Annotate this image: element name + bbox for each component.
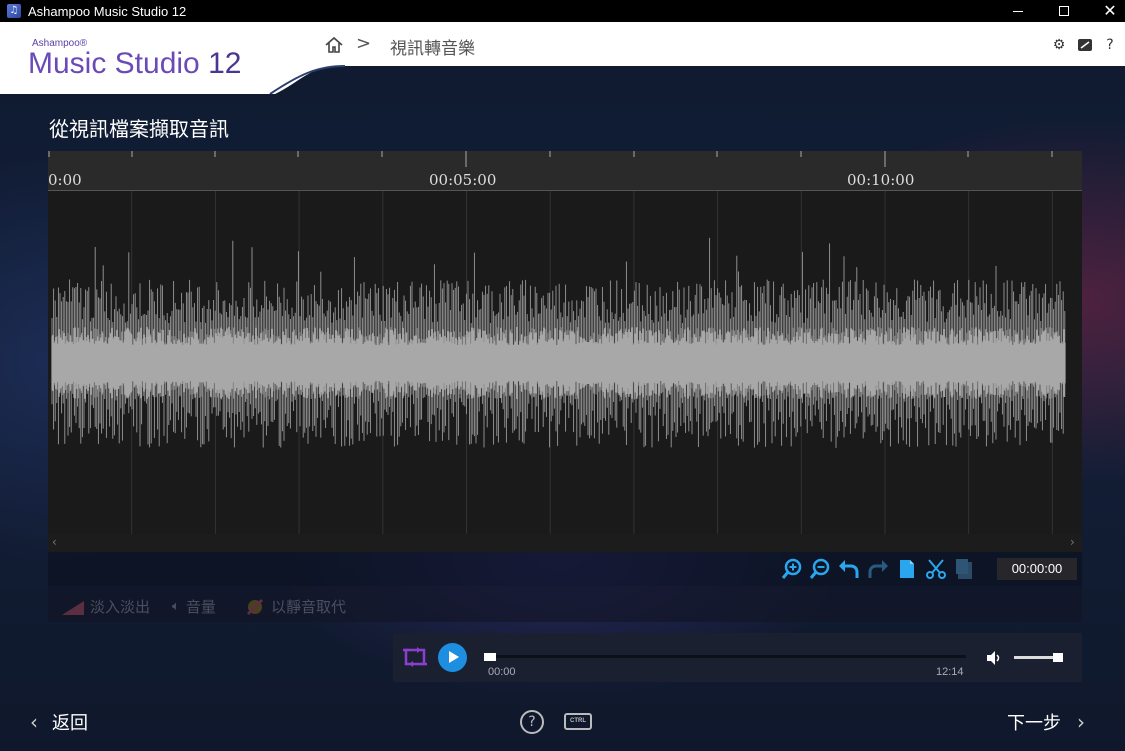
volume-effect-label: 音量 — [185, 598, 216, 616]
paste-icon[interactable] — [953, 557, 977, 581]
back-label: 返回 — [52, 713, 88, 734]
breadcrumb-page: 視訊轉音樂 — [390, 39, 475, 59]
ruler-label: 00:05:00 — [429, 171, 497, 189]
next-button[interactable]: 下一步 › — [1007, 709, 1085, 735]
volume-effect-button[interactable]: 🔈︎ 音量 — [172, 596, 216, 617]
timeline-ruler[interactable]: 0:00 00:05:00 00:10:00 — [48, 151, 1082, 191]
brand-version: 12 — [208, 47, 242, 80]
brand-name: Music Studio — [28, 47, 209, 80]
ruler-label: 00:10:00 — [847, 171, 915, 189]
app-icon: ♫ — [7, 4, 21, 18]
window-title: Ashampoo Music Studio 12 — [28, 3, 187, 19]
help-button[interactable]: ? — [520, 710, 544, 734]
cut-icon[interactable] — [924, 557, 948, 581]
waveform — [51, 191, 1066, 534]
back-button[interactable]: ‹ 返回 — [30, 709, 88, 735]
progress-thumb[interactable] — [484, 653, 496, 661]
ruler-ticks — [48, 151, 1053, 167]
zoom-in-icon[interactable] — [780, 557, 804, 581]
next-label: 下一步 — [1007, 713, 1061, 734]
copy-icon[interactable] — [895, 557, 919, 581]
maximize-icon — [1059, 6, 1069, 16]
close-button[interactable]: ✕ — [1087, 0, 1125, 22]
minimize-button[interactable] — [995, 0, 1041, 22]
progress-bar[interactable] — [484, 655, 966, 658]
volume-icon[interactable] — [986, 650, 1002, 666]
ctrl-key-button[interactable]: CTRL — [564, 713, 592, 730]
breadcrumb-separator: > — [356, 33, 372, 54]
chevron-right-icon: › — [1077, 710, 1085, 734]
page-title: 從視訊檔案擷取音訊 — [49, 117, 229, 141]
total-duration: 12:14 — [936, 666, 964, 678]
silence-effect-label: 以靜音取代 — [271, 598, 347, 616]
mute-icon — [246, 598, 264, 615]
home-icon[interactable] — [324, 35, 344, 55]
help-icon[interactable]: ? — [1102, 37, 1118, 53]
maximize-button[interactable] — [1041, 0, 1087, 22]
zoom-out-icon[interactable] — [808, 557, 832, 581]
current-time: 00:00 — [488, 666, 516, 678]
fade-effect-label: 淡入淡出 — [90, 598, 151, 616]
undo-icon[interactable] — [837, 557, 861, 581]
volume-slider-thumb[interactable] — [1053, 653, 1063, 662]
comment-icon[interactable] — [1077, 37, 1093, 53]
time-display: 00:00:00 — [997, 558, 1077, 580]
ruler-label: 0:00 — [48, 171, 82, 189]
chevron-left-icon: ‹ — [30, 710, 38, 734]
silence-effect-button[interactable]: 以靜音取代 — [245, 596, 346, 617]
redo-icon[interactable] — [866, 557, 890, 581]
waveform-editor[interactable] — [48, 191, 1082, 534]
close-icon: ✕ — [1103, 1, 1117, 20]
play-button[interactable] — [438, 643, 467, 672]
scroll-left-icon[interactable]: ‹ — [52, 535, 57, 549]
scroll-right-icon[interactable]: › — [1070, 535, 1075, 549]
speaker-icon: 🔈︎ — [172, 599, 180, 614]
fade-effect-button[interactable]: 淡入淡出 — [62, 596, 150, 617]
fade-icon — [62, 600, 84, 615]
minimize-icon — [1013, 10, 1023, 12]
brand-logo: Music Studio 12 — [28, 47, 241, 81]
loop-icon[interactable] — [402, 645, 428, 669]
title-bar: ♫ Ashampoo Music Studio 12 — [0, 0, 1125, 22]
gear-icon[interactable]: ⚙ — [1051, 37, 1067, 53]
horizontal-scrollbar[interactable]: ‹ › — [48, 534, 1082, 552]
